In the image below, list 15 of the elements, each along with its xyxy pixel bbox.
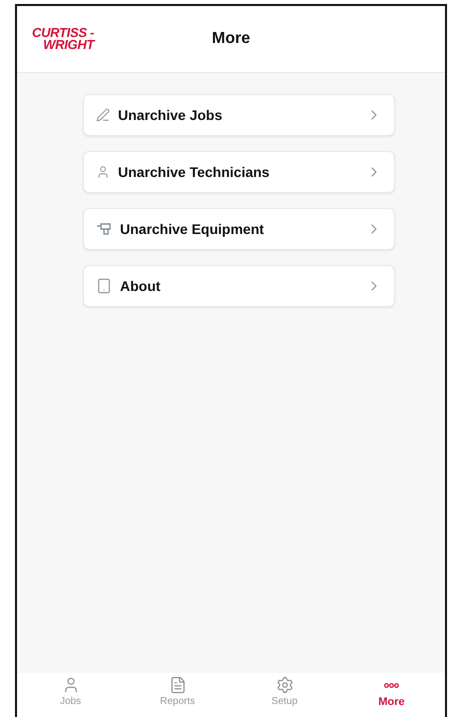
drill-icon (96, 222, 112, 236)
page-title: More (212, 30, 250, 47)
logo-text: WRIGHT (43, 39, 94, 51)
logo-text: CURTISS - (32, 27, 94, 39)
settings-icon (276, 676, 294, 694)
tablet-icon (96, 278, 112, 294)
pencil-icon (96, 108, 110, 122)
menu-item[interactable]: Unarchive Technicians (83, 151, 395, 193)
menu-item[interactable]: About (83, 265, 395, 307)
document-icon (168, 676, 186, 694)
user-icon (96, 165, 110, 179)
more-icon (384, 683, 399, 688)
menu-item[interactable]: Unarchive Equipment (83, 208, 395, 250)
tab[interactable]: More (338, 675, 445, 717)
menu-item[interactable]: Unarchive Jobs (83, 94, 395, 136)
